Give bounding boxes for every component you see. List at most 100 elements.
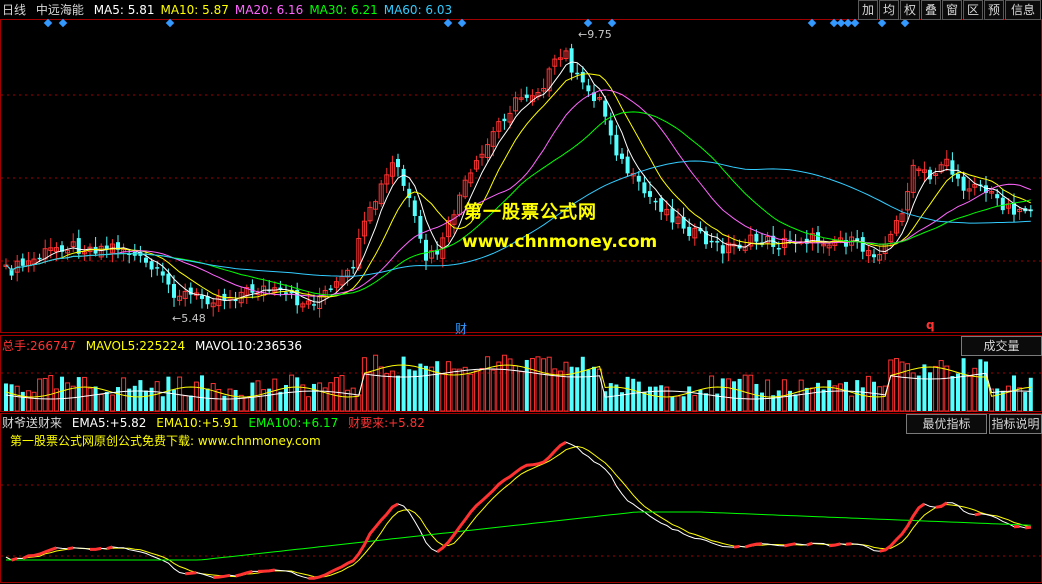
volume-bar-165 bbox=[928, 372, 932, 411]
volume-bar-171 bbox=[961, 358, 966, 411]
signal-diamond-3 bbox=[443, 18, 453, 28]
indicator-legend: 财爷送财来 EMA5:+5.82 EMA10:+5.91 EMA100:+6.1… bbox=[2, 415, 431, 431]
stock-chart-window: 日线 中远海能 MA5: 5.81 MA10: 5.87 MA20: 6.16 MA3… bbox=[0, 0, 1042, 584]
volume-bar-112 bbox=[631, 378, 636, 411]
volume-bar-107 bbox=[603, 391, 608, 411]
volume-bar-3 bbox=[20, 391, 25, 411]
price-panel-border bbox=[0, 19, 1042, 333]
volume-bar-149 bbox=[837, 383, 843, 412]
best-indicator-button[interactable]: 最优指标 bbox=[906, 414, 987, 434]
volume-bar-75 bbox=[424, 365, 428, 411]
volume-bar-83 bbox=[468, 373, 474, 412]
volume-bar-41 bbox=[233, 389, 238, 411]
volume-bar-168 bbox=[944, 365, 950, 412]
q-marker: q bbox=[926, 318, 935, 332]
volume-bar-125 bbox=[704, 393, 708, 411]
volume-bar-4 bbox=[25, 390, 31, 412]
volume-bar-23 bbox=[132, 385, 137, 411]
volume-bar-40 bbox=[227, 388, 233, 412]
indicator-help-button[interactable]: 指标说明 bbox=[989, 414, 1042, 434]
volume-bar-43 bbox=[244, 396, 250, 412]
candle-body-178 bbox=[1000, 197, 1005, 211]
volume-button[interactable]: 成交量 bbox=[961, 336, 1042, 356]
volume-bar-126 bbox=[709, 375, 715, 412]
watermark-url: www.chnmoney.com bbox=[462, 232, 658, 252]
volume-bar-103 bbox=[580, 356, 585, 411]
candle-body-73 bbox=[412, 200, 417, 217]
volume-bar-144 bbox=[809, 387, 815, 412]
volume-bar-70 bbox=[396, 375, 400, 411]
candle-body-109 bbox=[614, 134, 619, 156]
volume-bar-170 bbox=[956, 373, 960, 411]
toolbar-button-0[interactable]: 加 bbox=[858, 0, 878, 20]
cai-line-seg-18 bbox=[90, 546, 102, 551]
ema10-value: +5.91 bbox=[201, 416, 239, 430]
volume-bar-78 bbox=[440, 373, 446, 412]
volume-bar-174 bbox=[978, 359, 983, 411]
cai-line-seg-49 bbox=[257, 568, 276, 573]
candle-body-170 bbox=[956, 173, 960, 179]
volume-bar-58 bbox=[328, 382, 334, 412]
ma-value-4: MA60: 6.03 bbox=[383, 3, 453, 17]
candle-body-101 bbox=[569, 48, 574, 73]
volume-bar-130 bbox=[732, 381, 736, 411]
toolbar-button-2[interactable]: 权 bbox=[900, 0, 920, 20]
volume-bar-158 bbox=[888, 359, 894, 412]
volume-bar-152 bbox=[855, 380, 860, 411]
volume-bar-84 bbox=[473, 370, 479, 412]
cai-line-seg-136 bbox=[744, 542, 763, 549]
candle-body-75 bbox=[424, 239, 428, 261]
volume-bar-97 bbox=[546, 356, 552, 412]
volume-bar-27 bbox=[154, 381, 160, 412]
volume-bar-138 bbox=[776, 390, 781, 411]
volume-bar-68 bbox=[384, 373, 390, 412]
candle-body-127 bbox=[715, 241, 720, 243]
candle-body-177 bbox=[995, 194, 1000, 199]
candle-body-44 bbox=[250, 284, 255, 293]
volume-bar-120 bbox=[675, 395, 681, 412]
candle-body-89 bbox=[502, 118, 507, 122]
candle-body-116 bbox=[653, 200, 658, 203]
cai-line-seg-132 bbox=[733, 544, 740, 549]
volume-bar-77 bbox=[435, 361, 440, 411]
candle-body-107 bbox=[603, 100, 608, 117]
cai-line-seg-150 bbox=[829, 542, 841, 548]
candle-body-70 bbox=[396, 158, 400, 168]
indicator-name[interactable]: 财爷送财来 bbox=[2, 416, 62, 430]
candle-body-113 bbox=[636, 175, 641, 182]
cai-label: 财要来: bbox=[348, 416, 389, 430]
volume-bar-116 bbox=[653, 386, 658, 411]
volume-bar-115 bbox=[648, 386, 652, 411]
volume-bar-123 bbox=[692, 394, 698, 412]
volume-bar-132 bbox=[742, 374, 748, 412]
toolbar-button-5[interactable]: 区 bbox=[963, 0, 983, 20]
volume-bar-119 bbox=[670, 396, 675, 411]
volume-bar-46 bbox=[261, 389, 267, 412]
high-price-label: ←9.75 bbox=[578, 28, 612, 41]
volume-bar-109 bbox=[614, 384, 619, 411]
period-label[interactable]: 日线 bbox=[2, 3, 26, 17]
ema100-value: +6.17 bbox=[301, 416, 339, 430]
toolbar-button-4[interactable]: 窗 bbox=[942, 0, 962, 20]
volume-bar-51 bbox=[289, 374, 295, 412]
volume-bar-96 bbox=[541, 358, 547, 412]
candle-body-114 bbox=[642, 182, 647, 194]
volume-bar-13 bbox=[76, 377, 81, 411]
candle-body-71 bbox=[401, 168, 406, 186]
volume-bar-92 bbox=[518, 371, 524, 412]
volume-bar-35 bbox=[200, 375, 204, 411]
total-label: 总手: bbox=[2, 339, 31, 353]
chart-canvas[interactable] bbox=[0, 0, 1042, 584]
stock-name: 中远海能 bbox=[35, 3, 84, 17]
volume-bar-20 bbox=[116, 387, 120, 411]
volume-bar-65 bbox=[367, 372, 373, 412]
volume-bar-164 bbox=[922, 364, 927, 411]
toolbar-button-6[interactable]: 预 bbox=[984, 0, 1004, 20]
volume-bar-128 bbox=[720, 378, 725, 411]
toolbar-button-7[interactable]: 信息 bbox=[1005, 0, 1041, 20]
volume-bar-5 bbox=[31, 391, 37, 412]
toolbar-button-3[interactable]: 叠 bbox=[921, 0, 941, 20]
toolbar-button-1[interactable]: 均 bbox=[879, 0, 899, 20]
volume-bar-64 bbox=[361, 357, 367, 412]
volume-bar-172 bbox=[966, 376, 972, 412]
